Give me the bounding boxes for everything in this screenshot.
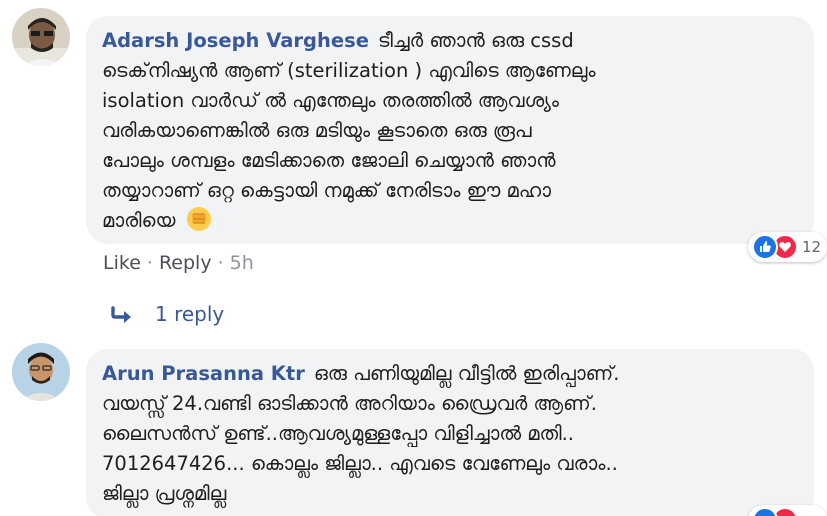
profile-photo [12, 343, 70, 401]
timestamp[interactable]: 5h [230, 252, 254, 274]
author-name[interactable]: Adarsh Joseph Varghese [102, 29, 369, 52]
comment-text-line: ലൈസൻസ് ഉണ്ട്..ആവശ്യമുള്ളപ്പോ വിളിച്ചാൽ മ… [102, 422, 574, 445]
comment-text-line: മാരിയെ [102, 209, 176, 232]
comment-text-line: വരികയാണെങ്കിൽ ഒരു മടിയും കൂടാതെ ഒരു രൂപ [102, 119, 532, 142]
replies-count-label[interactable]: 1 reply [155, 302, 224, 326]
comment-bubble: Adarsh Joseph Varghese ടീച്ചർ ഞാൻ ഒരു css… [86, 16, 814, 244]
comment-thread: Adarsh Joseph Varghese ടീച്ചർ ഞാൻ ഒരു css… [0, 0, 827, 516]
like-reaction-icon [752, 507, 778, 516]
separator-dot: · [217, 252, 224, 274]
reaction-summary[interactable] [748, 505, 827, 516]
like-link[interactable]: Like [103, 252, 141, 274]
comment-text-line: ജില്ലാ പ്രശ്നമില്ല [102, 482, 227, 505]
comment-text-line: ഒരു പണിയുമില്ല വീട്ടിൽ ഇരിപ്പാണ്. [313, 362, 620, 385]
fist-emoji-icon [186, 206, 212, 241]
comment-bubble: Arun Prasanna Ktr ഒരു പണിയുമില്ല വീട്ടിൽ … [86, 349, 814, 516]
comment-text-line: ടീച്ചർ ഞാൻ ഒരു cssd [377, 29, 574, 52]
separator-dot: · [146, 252, 153, 274]
reply-link[interactable]: Reply [159, 252, 212, 274]
avatar[interactable] [12, 343, 70, 401]
comment-actions: Like · Reply · 5h [103, 251, 254, 275]
reaction-summary[interactable]: 12 [748, 232, 827, 262]
author-name[interactable]: Arun Prasanna Ktr [102, 362, 305, 385]
comment-text-line: ടെക്‌നിഷ്യൻ ആണ് (sterilization ) എവിടെ ആ… [102, 59, 596, 82]
comment-text-line: isolation വാർഡ് ൽ എന്തേലും തരത്തിൽ ആവശ്യ… [102, 89, 559, 112]
avatar[interactable] [12, 8, 70, 66]
comment-text-line: 7012647426... കൊല്ലം ജില്ലാ.. എവടെ വേണേല… [102, 452, 618, 475]
profile-photo [12, 8, 70, 66]
reaction-count: 12 [802, 238, 822, 256]
comment-text-line: തയ്യാറാണ് ഒറ്റ കെട്ടായി നമുക്ക് നേരിടാം … [102, 179, 552, 202]
like-reaction-icon [752, 234, 778, 260]
comment-text-line: വയസ്സ് 24.വണ്ടി ഓടിക്കാൻ അറിയാം ഡ്രൈവർ ആ… [102, 392, 597, 415]
comment-text-line: പോലും ശമ്പളം മേടിക്കാതെ ജോലി ചെയ്യാൻ ഞാൻ [102, 149, 556, 172]
view-replies[interactable]: 1 reply [111, 301, 224, 327]
reply-arrow-icon [111, 306, 131, 323]
